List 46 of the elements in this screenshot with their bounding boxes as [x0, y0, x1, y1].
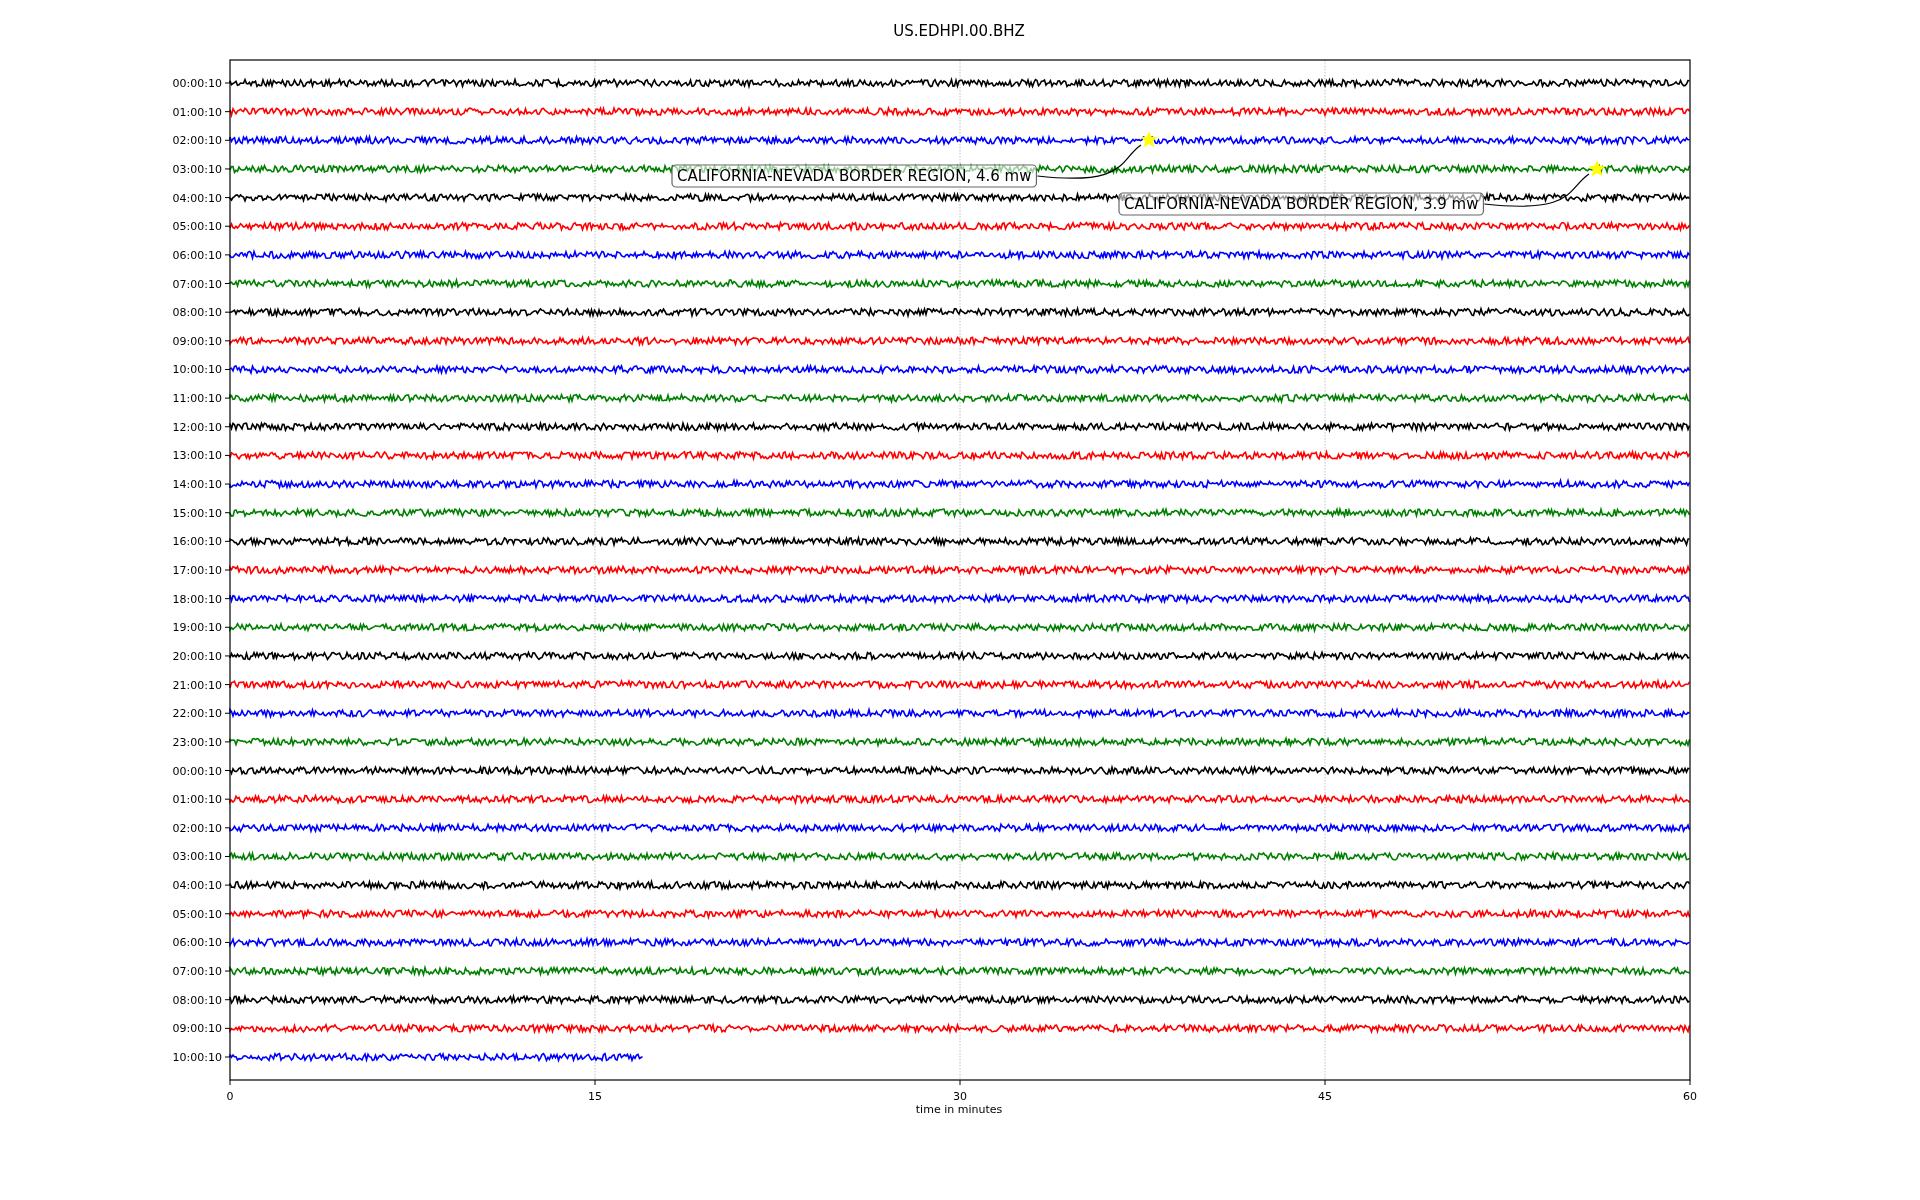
- time-label: 08:00:10: [172, 306, 222, 320]
- tick-label: 15: [588, 1090, 602, 1103]
- tick-label: 30: [953, 1090, 967, 1103]
- time-label: 01:00:10: [172, 105, 222, 119]
- time-label: 07:00:10: [172, 277, 222, 291]
- time-label: 12:00:10: [172, 420, 222, 434]
- time-label: 07:00:10: [172, 965, 222, 979]
- time-label: 13:00:10: [172, 449, 222, 463]
- time-label: 11:00:10: [172, 392, 222, 406]
- star-icon: [1588, 160, 1606, 177]
- time-label: 18:00:10: [172, 592, 222, 606]
- time-label: 00:00:10: [172, 764, 222, 778]
- time-label: 04:00:10: [172, 879, 222, 893]
- time-label: 23:00:10: [172, 735, 222, 749]
- time-label: 09:00:10: [172, 334, 222, 348]
- time-label: 16:00:10: [172, 535, 222, 549]
- time-label: 06:00:10: [172, 936, 222, 950]
- star-icon: [1140, 131, 1158, 148]
- time-label: 10:00:10: [172, 1051, 222, 1064]
- time-label: 14:00:10: [172, 478, 222, 492]
- time-label: 02:00:10: [172, 821, 222, 835]
- time-label: 04:00:10: [172, 191, 222, 205]
- time-label: 15:00:10: [172, 506, 222, 520]
- time-label: 03:00:10: [172, 162, 222, 176]
- time-label: 10:00:10: [172, 363, 222, 377]
- plot-title: US.EDHPI.00.BHZ: [893, 22, 1025, 40]
- time-label: 21:00:10: [172, 678, 222, 692]
- time-label: 20:00:10: [172, 649, 222, 663]
- time-label: 22:00:10: [172, 707, 222, 721]
- time-label: 00:00:10: [172, 77, 222, 90]
- tick-label: 60: [1683, 1090, 1697, 1103]
- time-label: 08:00:10: [172, 993, 222, 1007]
- time-label: 03:00:10: [172, 850, 222, 864]
- time-label: 02:00:10: [172, 134, 222, 148]
- event-label: CALIFORNIA-NEVADA BORDER REGION, 4.6 mw: [671, 164, 1038, 188]
- tick-label: 0: [226, 1090, 234, 1103]
- time-label: 01:00:10: [172, 793, 222, 807]
- time-label: 06:00:10: [172, 248, 222, 262]
- time-label: 05:00:10: [172, 220, 222, 234]
- time-label: 09:00:10: [172, 1022, 222, 1036]
- time-label: 19:00:10: [172, 621, 222, 635]
- axis-label: time in minutes: [915, 1103, 1003, 1116]
- time-label: 05:00:10: [172, 907, 222, 921]
- event-label: CALIFORNIA-NEVADA BORDER REGION, 3.9 mw: [1118, 192, 1485, 216]
- time-label: 17:00:10: [172, 564, 222, 577]
- tick-label: 45: [1318, 1090, 1332, 1103]
